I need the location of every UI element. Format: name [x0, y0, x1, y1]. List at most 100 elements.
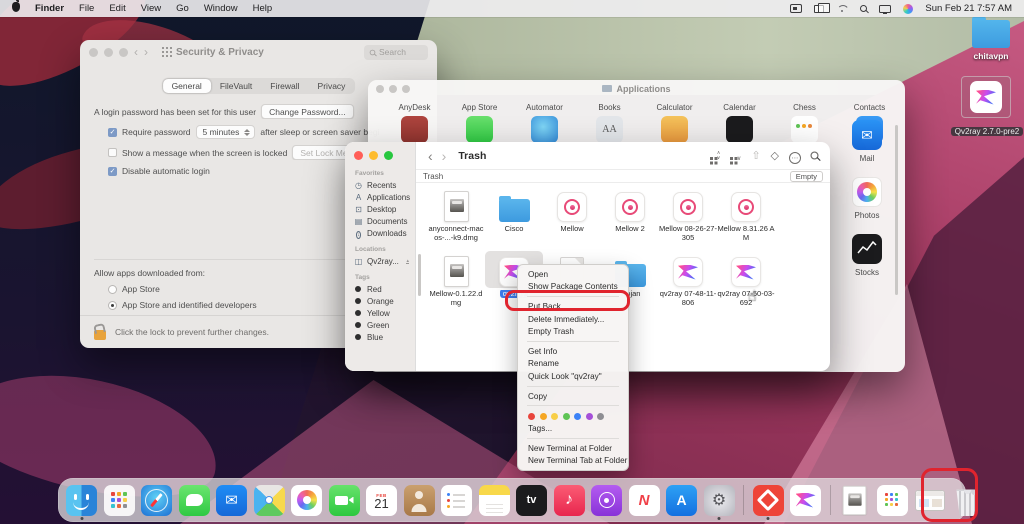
- tag-color-gray[interactable]: [597, 413, 604, 420]
- minimize-button[interactable]: [104, 48, 113, 57]
- books-app-icon[interactable]: AA: [596, 116, 623, 143]
- spotlight-search-icon[interactable]: [860, 5, 867, 12]
- search-field[interactable]: Search: [364, 45, 428, 60]
- app-mellow-2[interactable]: Mellow 2: [601, 186, 659, 234]
- app-item-stocks[interactable]: Stocks: [836, 234, 898, 277]
- dock-downloads-stack[interactable]: [876, 482, 909, 518]
- dock-photos[interactable]: [290, 482, 323, 518]
- app-icon[interactable]: [791, 116, 818, 143]
- tag-color-orange[interactable]: [540, 413, 547, 420]
- app-qv2ray-3[interactable]: qv2ray 07-50-03-692: [717, 251, 775, 307]
- checkbox-checked[interactable]: ✓: [108, 167, 117, 176]
- zoom-button[interactable]: [119, 48, 128, 57]
- app-mellow-3[interactable]: Mellow 08-26-27-305: [659, 186, 717, 242]
- back-button[interactable]: ‹: [134, 47, 138, 57]
- dock-safari[interactable]: [140, 482, 173, 518]
- unlocked-padlock-icon[interactable]: [94, 330, 106, 340]
- eject-icon[interactable]: ▴: [406, 259, 409, 264]
- file-mellow-dmg[interactable]: Mellow-0.1.22.dmg: [427, 251, 485, 307]
- dock-reminders[interactable]: [440, 482, 473, 518]
- sidebar-item-recents[interactable]: ◷Recents: [345, 179, 415, 191]
- app-label-books[interactable]: Books: [577, 103, 642, 112]
- menu-window[interactable]: Window: [204, 3, 238, 14]
- app-mellow-4[interactable]: Mellow 8.31.26 AM: [717, 186, 775, 242]
- group-button[interactable]: ∨: [730, 147, 741, 165]
- menu-item-rename[interactable]: Rename: [518, 358, 628, 371]
- tab-privacy[interactable]: Privacy: [309, 79, 355, 93]
- app-label-chess[interactable]: Chess: [772, 103, 837, 112]
- sidebar-tag-green[interactable]: Green: [345, 319, 415, 331]
- menu-item-open[interactable]: Open: [518, 268, 628, 281]
- change-password-button[interactable]: Change Password...: [261, 104, 354, 119]
- menu-help[interactable]: Help: [253, 3, 273, 14]
- app-label-calculator[interactable]: Calculator: [642, 103, 707, 112]
- dock-dmg-file[interactable]: [838, 482, 871, 518]
- dock-system-preferences[interactable]: ⚙: [703, 482, 736, 518]
- scrollbar[interactable]: [895, 125, 898, 295]
- dock-app-store[interactable]: A: [665, 482, 698, 518]
- interval-dropdown[interactable]: 5 minutes: [196, 125, 256, 139]
- dock-facetime[interactable]: [328, 482, 361, 518]
- sidebar-tag-red[interactable]: Red: [345, 283, 415, 295]
- search-icon[interactable]: [810, 151, 818, 159]
- forward-button[interactable]: ›: [144, 47, 148, 57]
- tag-color-purple[interactable]: [586, 413, 593, 420]
- app-item-photos[interactable]: Photos: [836, 177, 898, 220]
- app-mellow[interactable]: Mellow: [543, 186, 601, 234]
- dock-notes[interactable]: [478, 482, 511, 518]
- menu-file[interactable]: File: [79, 3, 94, 14]
- menu-item-tags[interactable]: Tags...: [518, 422, 628, 435]
- back-button[interactable]: ‹: [428, 150, 433, 162]
- sidebar-tag-blue[interactable]: Blue: [345, 331, 415, 343]
- app-label-contacts[interactable]: Contacts: [837, 103, 902, 112]
- app-label-automator[interactable]: Automator: [512, 103, 577, 112]
- menu-item-delete-immediately[interactable]: Delete Immediately...: [518, 313, 628, 326]
- dock-messages[interactable]: [178, 482, 211, 518]
- menu-item-empty-trash[interactable]: Empty Trash: [518, 325, 628, 338]
- scrollbar[interactable]: [418, 254, 421, 296]
- tag-color-yellow[interactable]: [551, 413, 558, 420]
- sidebar-tag-yellow[interactable]: Yellow: [345, 307, 415, 319]
- menu-item-get-info[interactable]: Get Info: [518, 345, 628, 358]
- app-icon[interactable]: [661, 116, 688, 143]
- menu-view[interactable]: View: [141, 3, 161, 14]
- dock-contacts[interactable]: [403, 482, 436, 518]
- close-button[interactable]: [354, 151, 363, 160]
- desktop-icon-qv2ray-label[interactable]: Qv2ray 2.7.0-pre2: [946, 121, 1024, 139]
- app-label-anydesk[interactable]: AnyDesk: [382, 103, 447, 112]
- file-anyconnect-dmg[interactable]: anyconnect-macos-...-k9.dmg: [427, 186, 485, 242]
- sidebar-tag-orange[interactable]: Orange: [345, 295, 415, 307]
- tab-firewall[interactable]: Firewall: [261, 79, 308, 93]
- desktop-icon-qv2ray[interactable]: [961, 76, 1011, 118]
- siri-icon[interactable]: [903, 4, 913, 14]
- sidebar-item-downloads[interactable]: ↓Downloads: [345, 227, 415, 239]
- dock-minimized-window[interactable]: [913, 482, 946, 518]
- dock-qv2ray[interactable]: [789, 482, 822, 518]
- menu-item-new-terminal-tab[interactable]: New Terminal Tab at Folder: [518, 455, 628, 468]
- dock-music[interactable]: ♪: [553, 482, 586, 518]
- menu-finder[interactable]: Finder: [35, 3, 64, 14]
- minimize-button[interactable]: [369, 151, 378, 160]
- menu-go[interactable]: Go: [176, 3, 189, 14]
- more-actions-button[interactable]: ⋯: [789, 147, 801, 165]
- dock-launchpad[interactable]: [103, 482, 136, 518]
- anydesk-app-icon[interactable]: [401, 116, 428, 143]
- input-source-icon[interactable]: [790, 4, 802, 13]
- dock-finder[interactable]: [65, 482, 98, 518]
- view-options-button[interactable]: ∧∨: [710, 147, 720, 165]
- dock-mail[interactable]: ✉: [215, 482, 248, 518]
- app-icon[interactable]: [466, 116, 493, 143]
- sidebar-item-qv2ray-volume[interactable]: ◫Qv2ray...▴: [345, 255, 415, 267]
- wifi-icon[interactable]: [836, 4, 848, 13]
- tags-icon[interactable]: ◇: [771, 149, 779, 162]
- app-icon[interactable]: [531, 116, 558, 143]
- folder-cisco[interactable]: Cisco: [485, 186, 543, 234]
- empty-trash-button[interactable]: Empty: [790, 171, 823, 182]
- menu-edit[interactable]: Edit: [109, 3, 125, 14]
- tab-filevault[interactable]: FileVault: [211, 79, 261, 93]
- dock-anydesk[interactable]: [752, 482, 785, 518]
- app-qv2ray-2[interactable]: qv2ray 07-48-11-806: [659, 251, 717, 307]
- sidebar-item-desktop[interactable]: ⊡Desktop: [345, 203, 415, 215]
- share-icon[interactable]: ⇧: [751, 149, 760, 162]
- display-icon[interactable]: [879, 5, 891, 13]
